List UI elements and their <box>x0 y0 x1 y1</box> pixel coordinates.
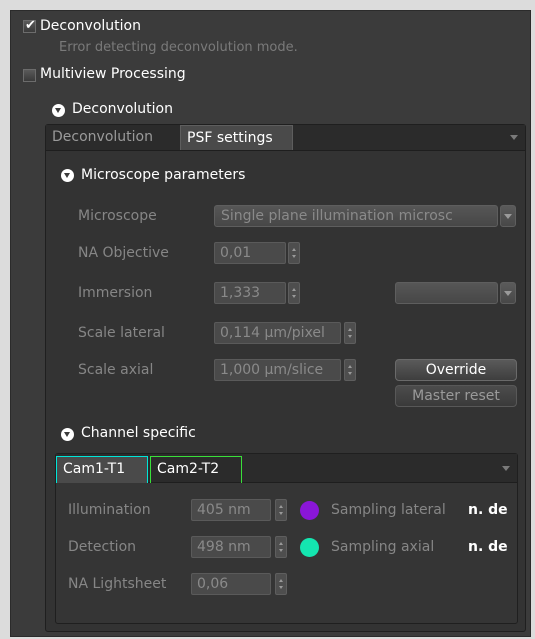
section-header-deconvolution[interactable]: Deconvolution <box>72 100 173 118</box>
sampling-axial-label: Sampling axial <box>331 539 435 555</box>
na-lightsheet-input[interactable]: 0,06 <box>191 573 271 595</box>
settings-panel: ✔ Deconvolution Error detecting deconvol… <box>10 10 531 637</box>
na-objective-stepper[interactable] <box>288 242 300 264</box>
detection-label: Detection <box>68 539 137 555</box>
na-lightsheet-stepper[interactable] <box>275 573 287 595</box>
detection-value: 498 nm <box>197 539 251 555</box>
tab-psf-settings-label: PSF settings <box>187 130 273 146</box>
na-objective-value: 0,01 <box>220 245 252 261</box>
immersion-input[interactable]: 1,333 <box>214 282 286 304</box>
channel-specific-group-box: Cam1-T1 Cam2-T2 Illumination 405 nm Samp… <box>55 453 518 624</box>
immersion-value: 1,333 <box>220 285 261 301</box>
sampling-lateral-label: Sampling lateral <box>331 502 446 518</box>
microscope-select[interactable]: Single plane illumination microsc <box>214 205 498 227</box>
illumination-input[interactable]: 405 nm <box>191 499 271 521</box>
tab-deconvolution[interactable]: Deconvolution <box>46 125 177 150</box>
illumination-stepper[interactable] <box>275 499 287 521</box>
deconvolution-group-box: Deconvolution PSF settings Microscope pa… <box>45 124 526 632</box>
tab-deconvolution-label: Deconvolution <box>52 129 153 145</box>
microscope-label: Microscope <box>78 208 157 224</box>
scale-axial-stepper[interactable] <box>344 359 356 381</box>
na-lightsheet-label: NA Lightsheet <box>68 576 167 592</box>
immersion-stepper[interactable] <box>288 282 300 304</box>
detection-stepper[interactable] <box>275 536 287 558</box>
tab-cam1-t1[interactable]: Cam1-T1 <box>56 456 148 483</box>
error-message: Error detecting deconvolution mode. <box>59 40 298 55</box>
microscope-select-value: Single plane illumination microsc <box>221 208 453 224</box>
immersion-medium-select[interactable] <box>395 282 498 304</box>
sampling-lateral-value: n. de <box>468 502 508 518</box>
sampling-axial-value: n. de <box>468 539 508 555</box>
master-reset-button[interactable]: Master reset <box>395 385 517 407</box>
scale-lateral-input[interactable]: 0,114 µm/pixel <box>214 322 341 344</box>
override-button[interactable]: Override <box>395 359 517 381</box>
scale-axial-value: 1,000 µm/slice <box>220 362 324 378</box>
immersion-label: Immersion <box>78 285 153 301</box>
tab-psf-settings[interactable]: PSF settings <box>180 125 293 150</box>
channel-specific-header[interactable]: Channel specific <box>81 424 196 442</box>
na-lightsheet-value: 0,06 <box>197 576 229 592</box>
deconvolution-checkbox-label[interactable]: Deconvolution <box>40 17 141 35</box>
chevron-down-icon[interactable] <box>510 135 518 140</box>
scale-axial-input[interactable]: 1,000 µm/slice <box>214 359 341 381</box>
multiview-processing-label[interactable]: Multiview Processing <box>40 65 186 83</box>
main-tab-bar: Deconvolution PSF settings <box>46 125 525 151</box>
deconvolution-checkbox[interactable]: ✔ <box>23 18 36 33</box>
tab-cam2-t2[interactable]: Cam2-T2 <box>150 456 242 483</box>
chevron-down-icon[interactable] <box>502 466 510 471</box>
collapse-icon[interactable] <box>61 428 74 441</box>
detection-input[interactable]: 498 nm <box>191 536 271 558</box>
microscope-dropdown-button[interactable] <box>500 205 516 227</box>
scale-axial-label: Scale axial <box>78 362 154 378</box>
illumination-color-indicator <box>300 501 319 520</box>
channel-tab-bar: Cam1-T1 Cam2-T2 <box>56 454 517 483</box>
illumination-value: 405 nm <box>197 502 251 518</box>
scale-lateral-stepper[interactable] <box>344 322 356 344</box>
collapse-icon[interactable] <box>52 104 65 117</box>
tab-cam1-t1-label: Cam1-T1 <box>63 461 126 477</box>
detection-color-indicator <box>300 538 319 557</box>
scale-lateral-label: Scale lateral <box>78 325 165 341</box>
collapse-icon[interactable] <box>61 169 74 182</box>
tab-cam2-t2-label: Cam2-T2 <box>157 461 220 477</box>
illumination-label: Illumination <box>68 502 151 518</box>
multiview-processing-checkbox[interactable] <box>23 69 36 82</box>
scale-lateral-value: 0,114 µm/pixel <box>220 325 325 341</box>
na-objective-label: NA Objective <box>78 245 169 261</box>
checkmark-icon: ✔ <box>25 18 36 33</box>
microscope-parameters-header[interactable]: Microscope parameters <box>81 166 245 184</box>
na-objective-input[interactable]: 0,01 <box>214 242 286 264</box>
immersion-medium-dropdown-button[interactable] <box>500 282 516 304</box>
